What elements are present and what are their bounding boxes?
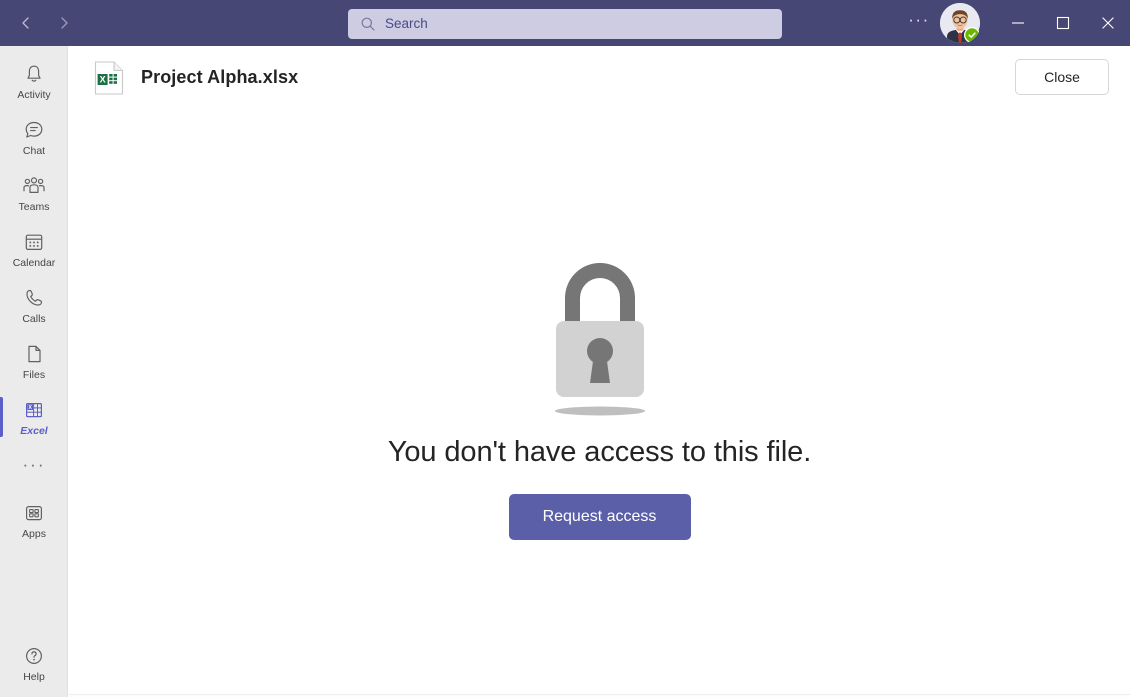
- request-access-button[interactable]: Request access: [508, 494, 691, 540]
- settings-more-button[interactable]: ···: [903, 7, 935, 39]
- minimize-button[interactable]: [995, 0, 1040, 46]
- chat-bubble-icon: [23, 118, 45, 142]
- search-bar[interactable]: Search: [348, 9, 782, 39]
- calendar-icon: [23, 230, 45, 254]
- sidebar-item-label: Apps: [22, 527, 46, 540]
- back-button[interactable]: [10, 7, 42, 39]
- sidebar-item-excel[interactable]: X Excel: [0, 389, 68, 445]
- sidebar-more-button[interactable]: ···: [0, 446, 68, 490]
- user-avatar-icon: [940, 3, 980, 43]
- bell-icon: [23, 62, 45, 86]
- sidebar-item-files[interactable]: Files: [0, 333, 68, 389]
- excel-file-icon: X: [93, 61, 125, 95]
- sidebar-item-apps[interactable]: Apps: [0, 492, 68, 548]
- sidebar-item-label: Excel: [20, 424, 48, 437]
- sidebar-item-calls[interactable]: Calls: [0, 277, 68, 333]
- forward-button[interactable]: [48, 7, 80, 39]
- close-window-button[interactable]: [1085, 0, 1130, 46]
- main-content: X Project Alpha.xlsx Close You don't hav…: [69, 46, 1130, 697]
- people-icon: [22, 174, 46, 198]
- apps-grid-icon: [23, 501, 45, 525]
- sidebar-item-label: Files: [22, 368, 46, 381]
- sidebar-item-chat[interactable]: Chat: [0, 109, 68, 165]
- titlebar-right-controls: ···: [903, 0, 1130, 46]
- maximize-button[interactable]: [1040, 0, 1085, 46]
- search-input[interactable]: Search: [348, 9, 782, 39]
- document-icon: [23, 342, 45, 366]
- navigation-arrows: [10, 7, 80, 39]
- minimize-icon: [1011, 16, 1025, 30]
- sidebar-item-label: Help: [23, 670, 45, 683]
- sidebar-item-teams[interactable]: Teams: [0, 165, 68, 221]
- no-access-message: You don't have access to this file.: [387, 436, 812, 468]
- search-icon: [360, 16, 376, 32]
- svg-text:X: X: [28, 404, 32, 410]
- file-header: X Project Alpha.xlsx Close: [69, 46, 1130, 108]
- phone-icon: [23, 286, 45, 310]
- search-placeholder: Search: [385, 16, 428, 32]
- sidebar-item-label: Chat: [22, 144, 46, 157]
- sidebar-item-label: Calls: [22, 312, 46, 325]
- sidebar-item-label: Teams: [18, 200, 50, 213]
- chevron-left-icon: [18, 15, 34, 31]
- close-icon: [1101, 16, 1115, 30]
- title-bar: Search ···: [0, 0, 1130, 46]
- no-access-empty-state: You don't have access to this file. Requ…: [69, 246, 1130, 540]
- avatar[interactable]: [939, 2, 981, 44]
- sidebar-item-help[interactable]: Help: [0, 635, 68, 691]
- sidebar-item-activity[interactable]: Activity: [0, 53, 68, 109]
- presence-available-badge: [965, 28, 979, 42]
- sidebar-item-calendar[interactable]: Calendar: [0, 221, 68, 277]
- svg-text:X: X: [100, 74, 106, 84]
- close-button[interactable]: Close: [1015, 59, 1109, 95]
- padlock-icon: [520, 246, 680, 424]
- excel-icon: X: [23, 398, 45, 422]
- sidebar-item-label: Calendar: [12, 256, 56, 269]
- teams-window: Search ··· Activity Chat Teams Calendar …: [0, 0, 1130, 697]
- sidebar-bottom: Help: [0, 635, 68, 691]
- question-circle-icon: [23, 644, 45, 668]
- page-title: Project Alpha.xlsx: [141, 67, 299, 87]
- maximize-icon: [1056, 16, 1070, 30]
- sidebar-item-label: Activity: [17, 88, 51, 101]
- chevron-right-icon: [56, 15, 72, 31]
- left-sidebar: Activity Chat Teams Calendar Calls Files…: [0, 46, 68, 697]
